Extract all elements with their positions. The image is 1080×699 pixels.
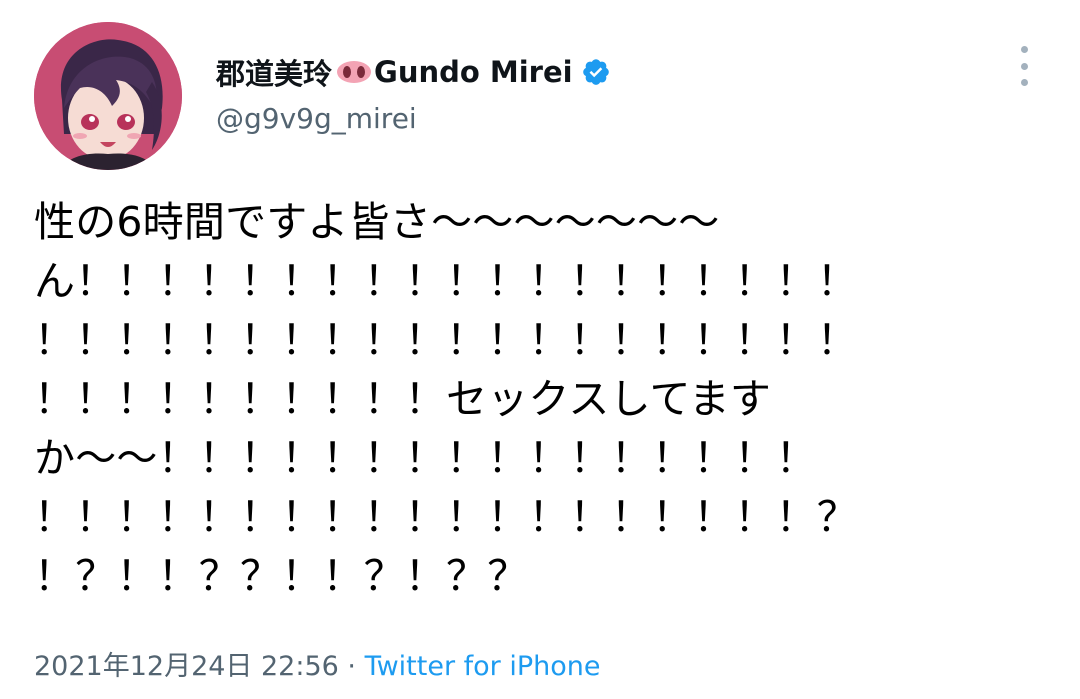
tweet-source-link[interactable]: Twitter for iPhone bbox=[365, 651, 601, 682]
author-handle[interactable]: @g9v9g_mirei bbox=[216, 102, 417, 135]
tweet-text-line: ん！！！！！！！！！！！！！！！！！！！ bbox=[34, 257, 858, 305]
tweet-meta: 2021年12月24日 22:56 · Twitter for iPhone bbox=[34, 644, 601, 683]
avatar[interactable] bbox=[34, 22, 182, 170]
tweet-text-line: ！！！！！！！！！！！！！！！！！！！？ bbox=[34, 493, 858, 541]
verified-badge-icon bbox=[581, 57, 611, 87]
tweet-card: 郡道美玲 Gundo Mirei @g9v9g_mirei 性の6時間ですよ皆さ… bbox=[0, 0, 1080, 699]
avatar-illustration bbox=[34, 22, 182, 170]
tweet-text-line: ！！！！！！！！！！セックスしてます bbox=[34, 375, 772, 423]
tweet-text: 性の6時間ですよ皆さ〜〜〜〜〜〜〜 ん！！！！！！！！！！！！！！！！！！！ ！… bbox=[34, 193, 1034, 606]
tweet-text-line: か〜〜！！！！！！！！！！！！！！！！ bbox=[34, 434, 817, 482]
tweet-text-line: ！！！！！！！！！！！！！！！！！！！！ bbox=[34, 316, 858, 364]
meta-separator: · bbox=[338, 651, 365, 682]
dot bbox=[1020, 62, 1028, 70]
author-name-en: Gundo Mirei bbox=[374, 55, 573, 89]
author-name-jp: 郡道美玲 bbox=[216, 57, 333, 91]
tweet-text-line: ！？！！？？！！？！？？ bbox=[34, 552, 529, 600]
dot bbox=[1020, 79, 1028, 86]
more-options-icon[interactable] bbox=[1012, 46, 1036, 86]
pig-nose-icon bbox=[336, 60, 372, 84]
dot bbox=[1020, 46, 1028, 53]
tweet-text-line: 性の6時間ですよ皆さ〜〜〜〜〜〜〜 bbox=[34, 198, 720, 246]
tweet-timestamp[interactable]: 2021年12月24日 22:56 bbox=[34, 651, 339, 682]
author-name-row[interactable]: 郡道美玲 Gundo Mirei bbox=[216, 52, 611, 92]
